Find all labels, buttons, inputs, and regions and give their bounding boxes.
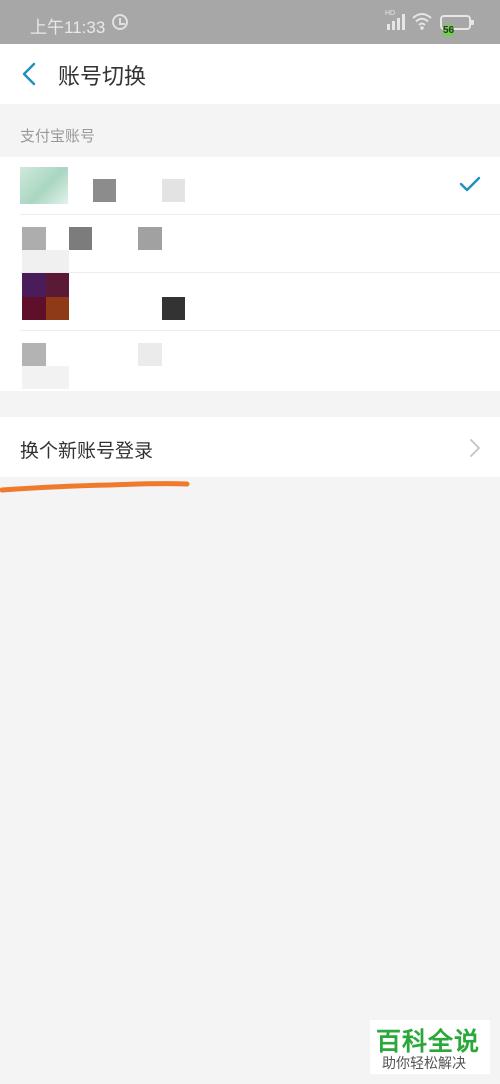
masked-name (69, 227, 92, 250)
signal-icon: HD (385, 10, 407, 30)
status-time: 上午11:33 (30, 18, 106, 37)
account-item[interactable] (0, 273, 500, 331)
new-account-login-button[interactable]: 换个新账号登录 (0, 417, 500, 477)
avatar (22, 366, 69, 389)
annotation-underline (0, 481, 190, 493)
account-list (0, 157, 500, 391)
account-item[interactable] (0, 215, 500, 273)
masked-name (93, 179, 116, 202)
status-bar: 上午11:33 HD 56 (0, 0, 500, 44)
header: 账号切换 (0, 44, 500, 104)
avatar (22, 227, 46, 250)
watermark-logo: 百科全说 助你轻松解决 (370, 1020, 490, 1074)
back-icon[interactable] (14, 58, 44, 90)
account-item[interactable] (0, 331, 500, 389)
section-label: 支付宝账号 (20, 127, 96, 145)
avatar (46, 297, 69, 320)
check-icon (459, 176, 481, 192)
avatar (22, 273, 46, 297)
avatar (22, 250, 69, 272)
alarm-icon (112, 14, 128, 30)
masked-name (162, 179, 185, 202)
avatar (20, 167, 68, 204)
avatar (22, 297, 46, 320)
network-label: HD (385, 10, 396, 17)
account-item[interactable] (0, 157, 500, 215)
avatar (22, 343, 46, 366)
page-title: 账号切换 (58, 65, 147, 90)
battery-icon: 56 (440, 15, 474, 36)
masked-name (138, 343, 162, 366)
avatar (46, 273, 69, 297)
new-account-login-label: 换个新账号登录 (20, 440, 154, 462)
masked-name (138, 227, 162, 250)
masked-name (162, 297, 185, 320)
wifi-icon (412, 13, 432, 30)
chevron-right-icon (470, 439, 480, 457)
battery-level: 56 (443, 25, 455, 36)
watermark-subtitle: 助你轻松解决 (382, 1056, 466, 1072)
